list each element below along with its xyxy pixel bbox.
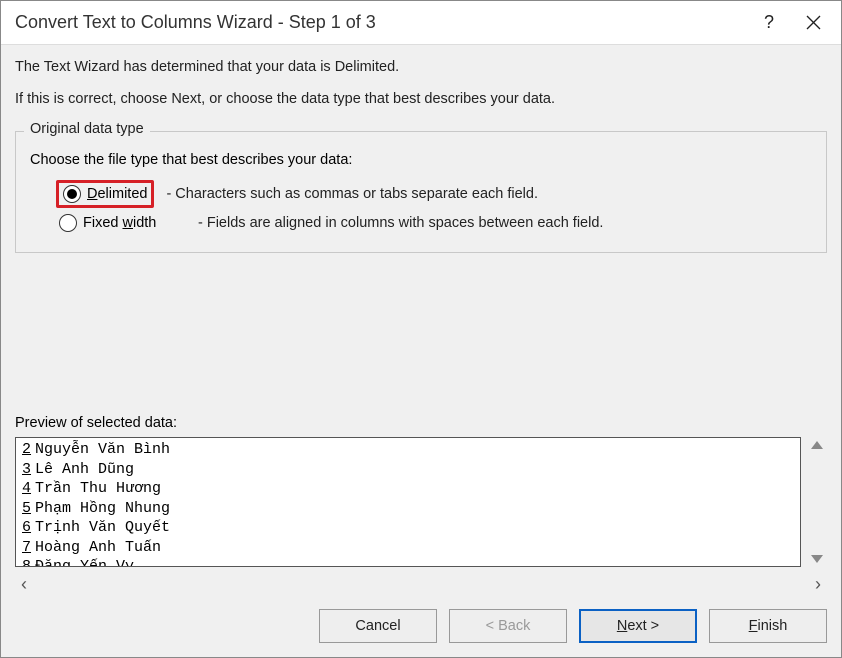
radio-delimited[interactable] bbox=[63, 185, 81, 203]
scroll-down-icon bbox=[811, 555, 823, 563]
preview-row: 2Nguyễn Văn Bình bbox=[22, 440, 794, 460]
scroll-up-icon bbox=[811, 441, 823, 449]
preview-row: 3Lê Anh Dũng bbox=[22, 460, 794, 480]
preview-row: 8 Đặng Yến Vy bbox=[22, 557, 794, 567]
close-button[interactable] bbox=[791, 1, 835, 45]
preview-line-number: 6 bbox=[22, 519, 31, 536]
preview-line-text: Lê Anh Dũng bbox=[35, 461, 134, 478]
preview-line-text: Nguyễn Văn Bình bbox=[35, 441, 170, 458]
back-button[interactable]: < Back bbox=[449, 609, 567, 643]
preview-row: 7Hoàng Anh Tuấn bbox=[22, 538, 794, 558]
group-prompt: Choose the file type that best describes… bbox=[30, 152, 812, 168]
preview-line-number: 8 bbox=[22, 558, 31, 567]
preview-row: 4Trần Thu Hương bbox=[22, 479, 794, 499]
radio-delimited-desc: - Characters such as commas or tabs sepa… bbox=[166, 186, 538, 202]
radio-row-fixed: Fixed width - Fields are aligned in colu… bbox=[56, 214, 812, 232]
preview-line-number: 3 bbox=[22, 461, 31, 478]
preview-box: 2Nguyễn Văn Bình3Lê Anh Dũng4Trần Thu Hư… bbox=[15, 437, 801, 567]
scroll-right-icon: › bbox=[815, 574, 821, 595]
window-title: Convert Text to Columns Wizard - Step 1 … bbox=[15, 12, 747, 33]
radio-delimited-label[interactable]: Delimited bbox=[87, 186, 147, 202]
radio-delimited-highlight: Delimited bbox=[56, 180, 154, 208]
original-data-type-group: Original data type Choose the file type … bbox=[15, 131, 827, 253]
radio-fixed-label[interactable]: Fixed width bbox=[83, 215, 156, 231]
radio-fixed-width[interactable] bbox=[59, 214, 77, 232]
next-button[interactable]: Next > bbox=[579, 609, 697, 643]
wizard-dialog: Convert Text to Columns Wizard - Step 1 … bbox=[0, 0, 842, 658]
preview-line-text: Đặng Yến Vy bbox=[35, 558, 134, 567]
scroll-left-icon: ‹ bbox=[21, 574, 27, 595]
preview-label: Preview of selected data: bbox=[15, 295, 827, 431]
finish-button[interactable]: Finish bbox=[709, 609, 827, 643]
preview-line-number: 5 bbox=[22, 500, 31, 517]
preview-line-text: Hoàng Anh Tuấn bbox=[35, 539, 161, 556]
scrollbar-horizontal[interactable]: ‹ › bbox=[15, 573, 827, 595]
preview-line-text: Trần Thu Hương bbox=[35, 480, 161, 497]
help-button[interactable]: ? bbox=[747, 1, 791, 45]
titlebar: Convert Text to Columns Wizard - Step 1 … bbox=[1, 1, 841, 45]
preview-row: 5Phạm Hồng Nhung bbox=[22, 499, 794, 519]
preview-line-text: Phạm Hồng Nhung bbox=[35, 500, 170, 517]
preview-line-number: 2 bbox=[22, 441, 31, 458]
scrollbar-vertical[interactable] bbox=[807, 437, 827, 567]
intro-text-1: The Text Wizard has determined that your… bbox=[15, 59, 827, 75]
radio-fixed-group: Fixed width bbox=[56, 214, 186, 232]
cancel-button[interactable]: Cancel bbox=[319, 609, 437, 643]
button-row: Cancel < Back Next > Finish bbox=[1, 595, 841, 657]
preview-line-number: 4 bbox=[22, 480, 31, 497]
preview-row: 6Trịnh Văn Quyết bbox=[22, 518, 794, 538]
preview-line-text: Trịnh Văn Quyết bbox=[35, 519, 170, 536]
preview-line-number: 7 bbox=[22, 539, 31, 556]
content-area: The Text Wizard has determined that your… bbox=[1, 45, 841, 595]
radio-fixed-desc: - Fields are aligned in columns with spa… bbox=[198, 215, 603, 231]
group-legend: Original data type bbox=[24, 121, 150, 137]
radio-row-delimited: Delimited - Characters such as commas or… bbox=[56, 180, 812, 208]
intro-text-2: If this is correct, choose Next, or choo… bbox=[15, 91, 827, 107]
close-icon bbox=[806, 15, 821, 30]
